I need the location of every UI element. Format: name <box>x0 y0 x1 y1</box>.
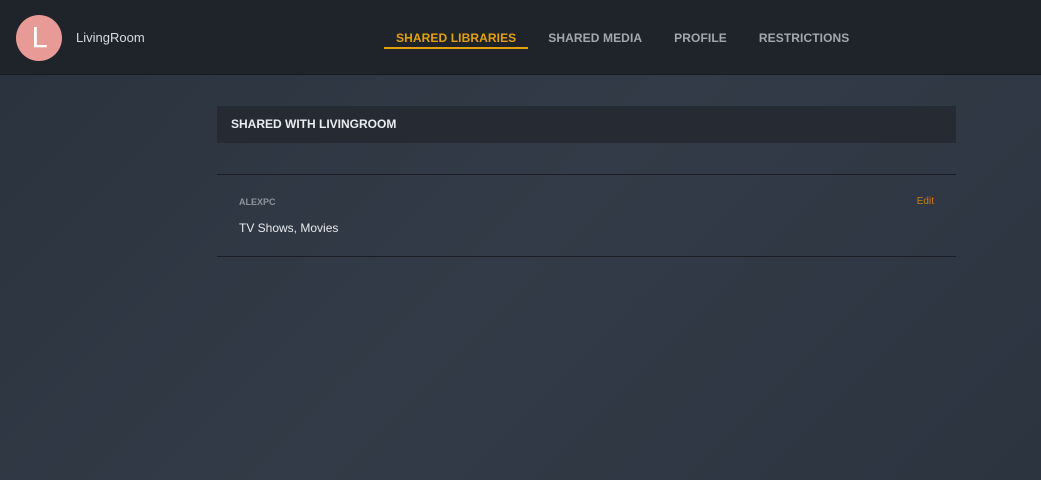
server-name: ALEXPC <box>239 197 276 207</box>
tab-shared-media[interactable]: SHARED MEDIA <box>536 0 654 75</box>
tab-profile[interactable]: PROFILE <box>662 0 739 75</box>
edit-link[interactable]: Edit <box>917 196 934 207</box>
top-bar: L LivingRoom SHARED LIBRARIES SHARED MED… <box>0 0 1041 75</box>
server-row: ALEXPC TV Shows, Movies Edit <box>217 174 956 257</box>
tab-restrictions[interactable]: RESTRICTIONS <box>747 0 862 75</box>
shared-libraries-list: TV Shows, Movies <box>239 221 339 235</box>
avatar[interactable]: L <box>16 15 62 61</box>
section-title: SHARED WITH LIVINGROOM <box>217 106 956 143</box>
username: LivingRoom <box>76 30 145 45</box>
tab-bar: SHARED LIBRARIES SHARED MEDIA PROFILE RE… <box>384 0 869 75</box>
tab-shared-libraries[interactable]: SHARED LIBRARIES <box>384 0 529 75</box>
